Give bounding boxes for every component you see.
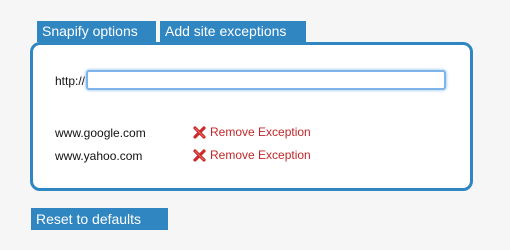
remove-exception-label: Remove Exception xyxy=(210,125,311,139)
exception-site: www.yahoo.com xyxy=(55,149,143,163)
tab-snapify-options[interactable]: Snapify options xyxy=(37,21,156,42)
exceptions-panel: http:// www.google.com Remove Exception … xyxy=(30,42,473,191)
site-url-input[interactable] xyxy=(86,70,446,90)
exception-site: www.google.com xyxy=(55,126,146,140)
remove-exception-button[interactable]: Remove Exception xyxy=(193,148,311,162)
red-x-icon xyxy=(193,125,206,139)
reset-to-defaults-button[interactable]: Reset to defaults xyxy=(31,208,168,230)
remove-exception-button[interactable]: Remove Exception xyxy=(193,125,311,139)
exception-row: www.yahoo.com Remove Exception xyxy=(55,148,455,164)
url-prefix-label: http:// xyxy=(55,74,86,88)
tab-add-site-exceptions[interactable]: Add site exceptions xyxy=(160,21,306,42)
remove-exception-label: Remove Exception xyxy=(210,148,311,162)
exception-row: www.google.com Remove Exception xyxy=(55,125,455,141)
red-x-icon xyxy=(193,148,206,162)
